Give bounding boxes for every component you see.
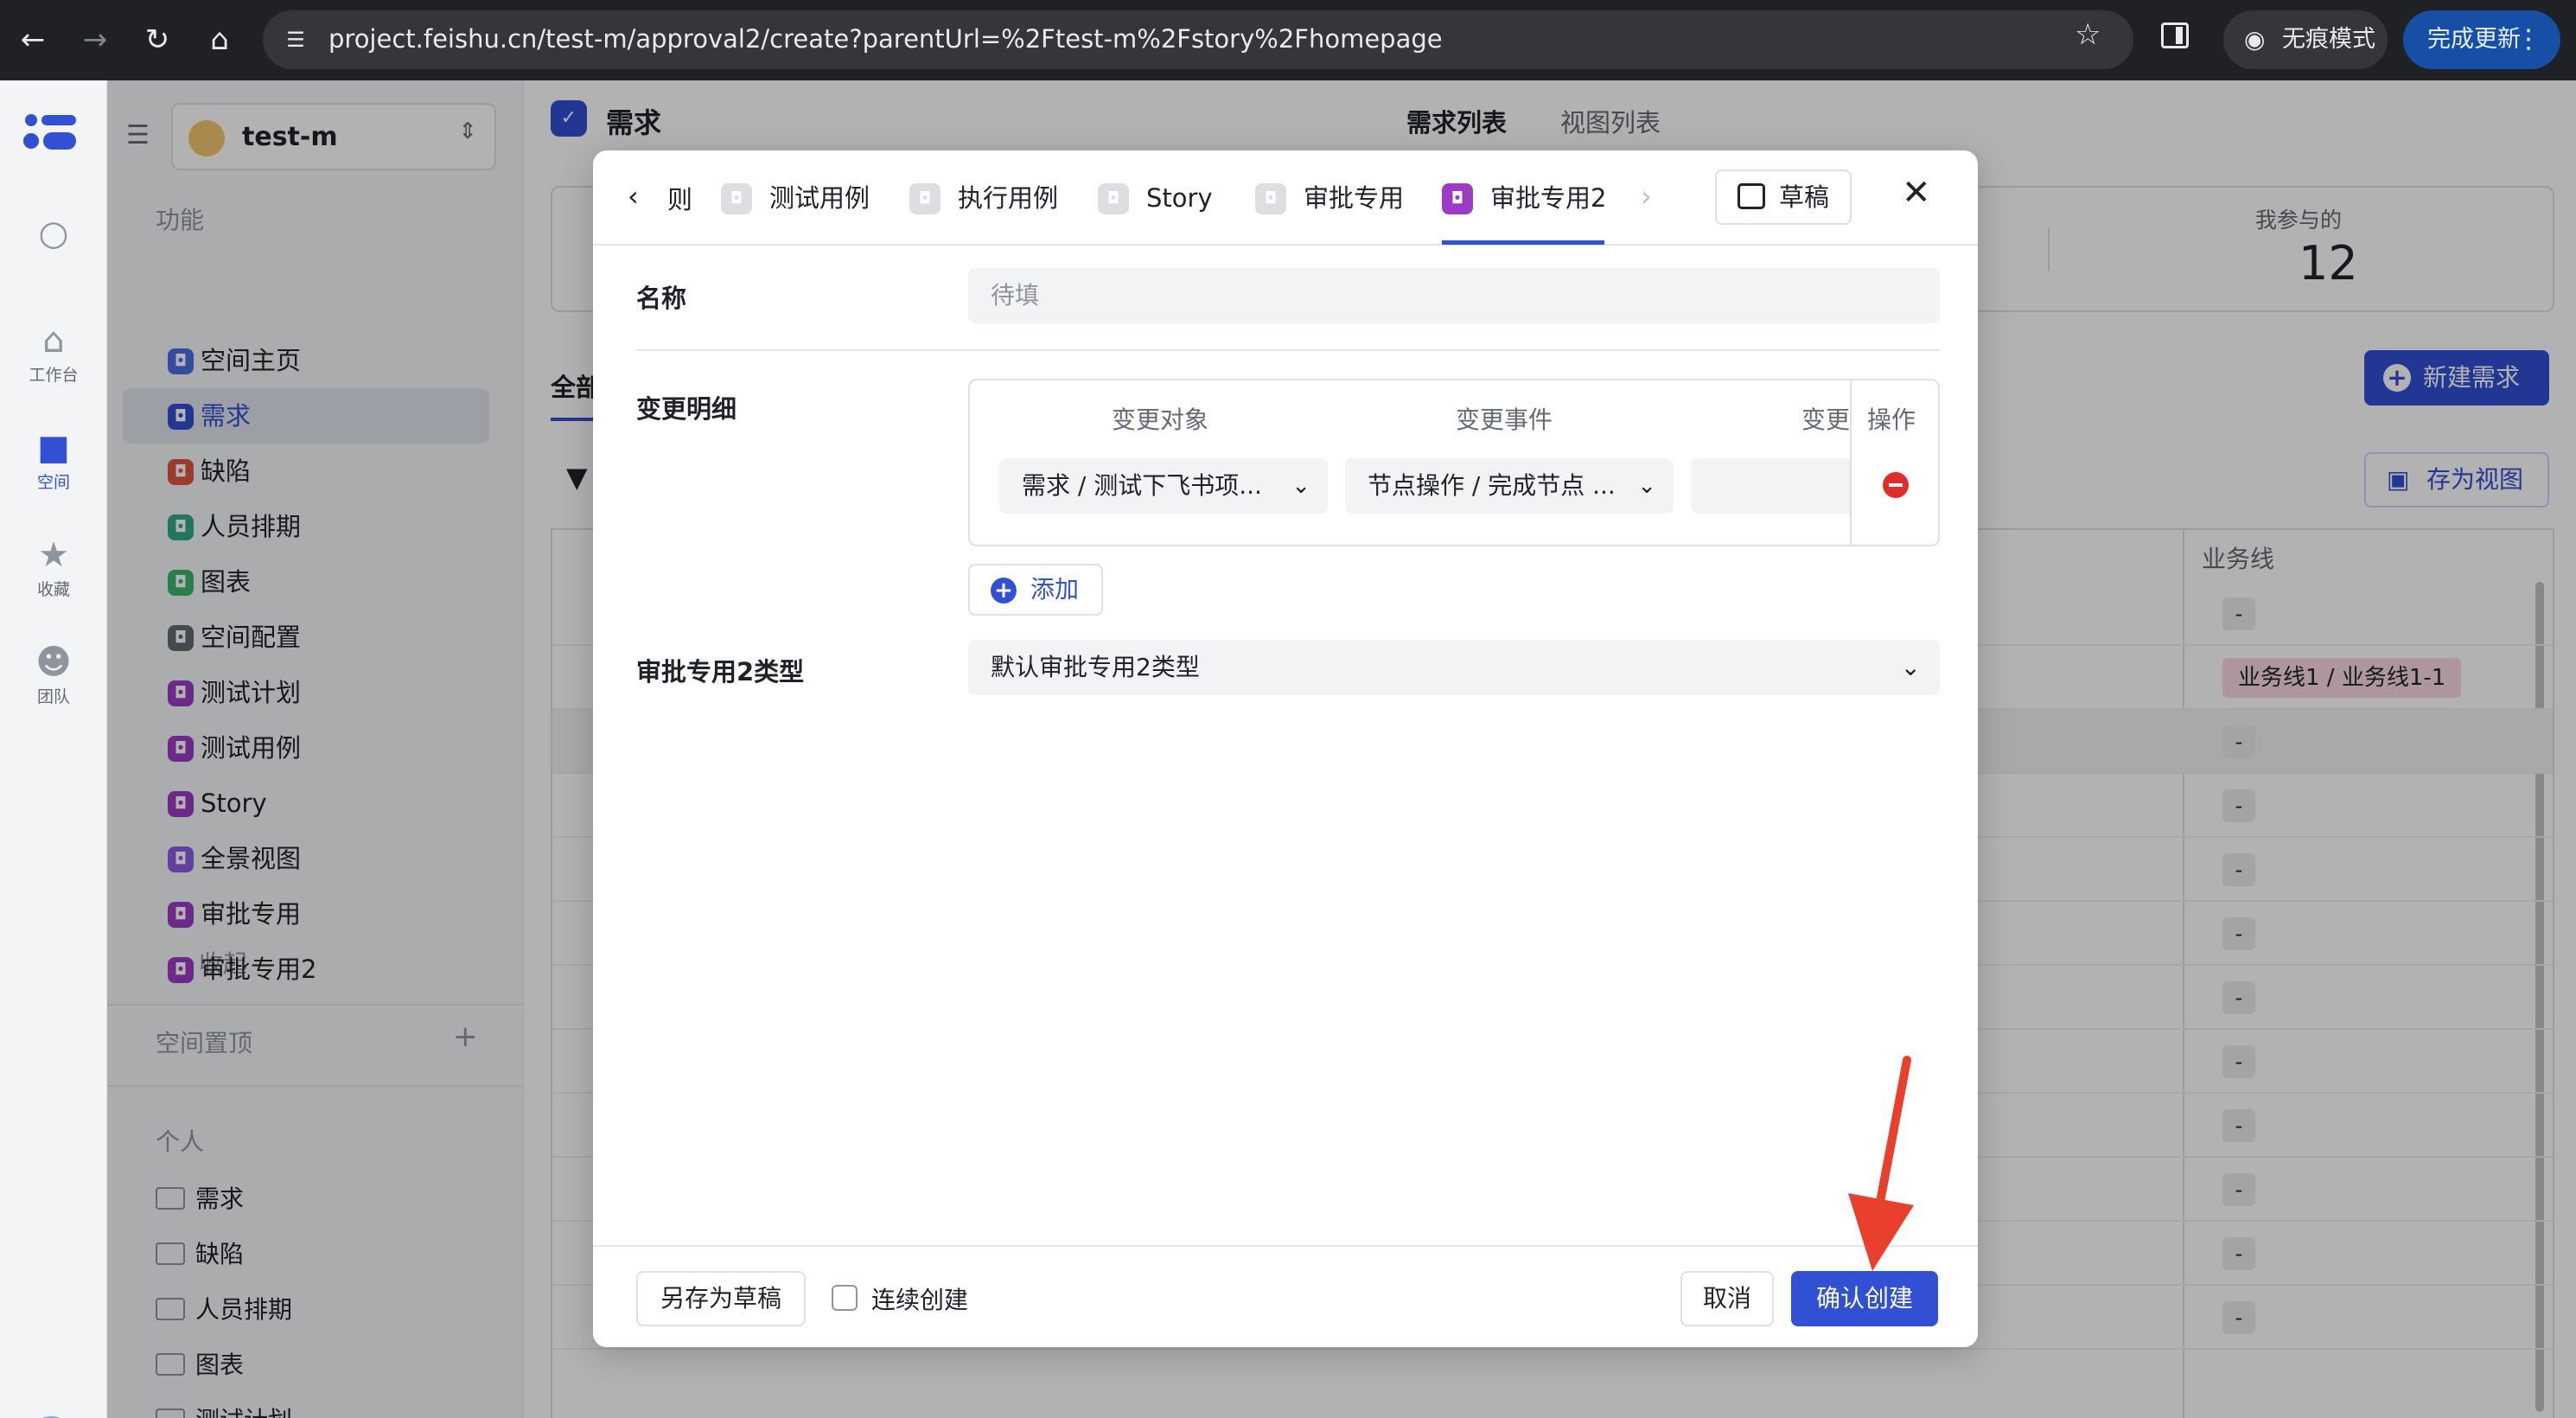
type-select[interactable]: 默认审批专用2类型 ⌄ xyxy=(968,640,1940,695)
bookmark-icon: ◘ xyxy=(1255,183,1286,214)
header-operation: 操作 xyxy=(1867,406,1916,434)
inbox-icon xyxy=(1738,183,1765,209)
drafts-button[interactable]: 草稿 xyxy=(1715,169,1852,225)
header-change-more: 变更 xyxy=(1801,406,1851,434)
tab-label: Story xyxy=(1146,183,1213,213)
tab-truncated[interactable]: 则 xyxy=(667,180,692,216)
create-approval-dialog: ‹ 则 ◘ 测试用例 ◘ 执行用例 ◘ Story ◘ 审批专用 ◘ 审批专用2… xyxy=(593,150,1978,1347)
update-label: 完成更新 xyxy=(2427,26,2521,53)
rail-label: 团队 xyxy=(36,687,70,706)
global-search-icon[interactable]: ○ xyxy=(0,212,107,255)
bookmark-icon: ◘ xyxy=(1098,183,1129,214)
url-text[interactable]: project.feishu.cn/test-m/approval2/creat… xyxy=(328,24,1443,54)
change-object-value: 需求 / 测试下飞书项... xyxy=(1022,471,1262,500)
name-input[interactable]: 待填 xyxy=(968,268,1940,323)
cancel-button[interactable]: 取消 xyxy=(1680,1271,1774,1326)
forward-icon[interactable]: → xyxy=(74,19,116,61)
name-label: 名称 xyxy=(636,284,687,313)
app-logo-icon[interactable] xyxy=(21,110,81,153)
dialog-footer: 另存为草稿 连续创建 取消 确认创建 xyxy=(593,1245,1978,1347)
bookmark-icon: ◘ xyxy=(1442,183,1473,214)
update-button[interactable]: 完成更新 ⋮ xyxy=(2403,10,2560,69)
reload-icon[interactable]: ↻ xyxy=(137,19,178,61)
change-detail-label: 变更明细 xyxy=(636,394,737,424)
bookmark-icon: ◘ xyxy=(721,183,752,214)
address-bar[interactable]: ☰ project.feishu.cn/test-m/approval2/cre… xyxy=(263,10,2133,69)
rail-label: 空间 xyxy=(36,473,70,492)
annotation-arrow-icon xyxy=(1848,1056,1914,1271)
change-detail-table: 变更对象 变更事件 变更 需求 / 测试下飞书项... ⌄ 节点操作 / 完成节… xyxy=(968,379,1940,546)
star-icon: ★ xyxy=(38,535,69,575)
change-value-select[interactable] xyxy=(1691,458,1855,514)
home-icon: ⌂ xyxy=(42,321,65,361)
type-label: 审批专用2类型 xyxy=(636,657,805,687)
tab-label: 审批专用 xyxy=(1304,183,1405,213)
site-info-icon[interactable]: ☰ xyxy=(278,22,313,57)
home-icon[interactable]: ⌂ xyxy=(199,19,240,61)
rail-item-team[interactable]: ☻ 团队 xyxy=(0,641,107,707)
tab-story[interactable]: ◘ Story xyxy=(1098,176,1213,220)
incognito-indicator[interactable]: ◉ 无痕模式 xyxy=(2223,10,2388,69)
global-nav-rail: ○ ⌂ 工作台 ■ 空间 ★ 收藏 ☻ 团队 xyxy=(0,80,107,1418)
remove-row-icon[interactable] xyxy=(1883,472,1909,498)
chevron-down-icon: ⌄ xyxy=(1900,653,1921,681)
back-icon[interactable]: ← xyxy=(12,19,54,61)
incognito-label: 无痕模式 xyxy=(2282,26,2375,53)
chevron-down-icon: ⌄ xyxy=(1291,473,1310,499)
active-tab-indicator xyxy=(1442,240,1604,245)
rail-item-favorites[interactable]: ★ 收藏 xyxy=(0,533,107,600)
divider xyxy=(636,349,1940,351)
tab-test-case[interactable]: ◘ 测试用例 xyxy=(721,176,870,220)
change-event-select[interactable]: 节点操作 / 完成节点 ... ⌄ xyxy=(1345,458,1674,514)
chevron-right-icon[interactable]: › xyxy=(1641,180,1652,213)
chevron-down-icon: ⌄ xyxy=(1637,473,1656,499)
continuous-create-label[interactable]: 连续创建 xyxy=(871,1281,968,1316)
rail-item-space[interactable]: ■ 空间 xyxy=(0,426,107,493)
tab-approval-2[interactable]: ◘ 审批专用2 xyxy=(1442,176,1606,220)
add-row-button[interactable]: + 添加 xyxy=(968,564,1103,616)
close-icon[interactable]: ✕ xyxy=(1902,173,1931,213)
team-icon: ☻ xyxy=(35,642,72,682)
tab-label: 审批专用2 xyxy=(1490,183,1607,213)
header-change-object: 变更对象 xyxy=(1112,406,1209,434)
tab-label: 测试用例 xyxy=(769,183,870,213)
rail-label: 工作台 xyxy=(29,366,79,385)
browser-toolbar: ← → ↻ ⌂ ☰ project.feishu.cn/test-m/appro… xyxy=(0,0,2576,80)
rail-label: 收藏 xyxy=(36,580,70,599)
continuous-create-checkbox[interactable] xyxy=(832,1285,858,1311)
tab-label: 执行用例 xyxy=(958,183,1059,213)
type-value: 默认审批专用2类型 xyxy=(991,653,1200,681)
header-change-event: 变更事件 xyxy=(1456,406,1553,434)
save-as-draft-button[interactable]: 另存为草稿 xyxy=(636,1271,806,1326)
side-panel-icon[interactable] xyxy=(2161,22,2189,48)
change-event-value: 节点操作 / 完成节点 ... xyxy=(1368,471,1616,500)
more-vert-icon: ⋮ xyxy=(2515,24,2541,54)
incognito-icon: ◉ xyxy=(2244,25,2266,54)
work-item-type-tabs: ‹ 则 ◘ 测试用例 ◘ 执行用例 ◘ Story ◘ 审批专用 ◘ 审批专用2… xyxy=(593,150,1978,246)
bookmark-icon: ◘ xyxy=(909,183,940,214)
chevron-left-icon[interactable]: ‹ xyxy=(628,180,639,213)
plus-icon: + xyxy=(991,578,1017,604)
change-object-select[interactable]: 需求 / 测试下飞书项... ⌄ xyxy=(999,458,1328,514)
bookmark-star-icon[interactable]: ☆ xyxy=(2075,17,2101,52)
add-label: 添加 xyxy=(1030,575,1080,604)
space-icon: ■ xyxy=(37,428,70,468)
tab-execution-case[interactable]: ◘ 执行用例 xyxy=(909,176,1058,220)
tab-approval[interactable]: ◘ 审批专用 xyxy=(1255,176,1404,220)
operation-column: 操作 xyxy=(1850,380,1938,545)
rail-item-workbench[interactable]: ⌂ 工作台 xyxy=(0,319,107,386)
drafts-label: 草稿 xyxy=(1779,182,1830,212)
